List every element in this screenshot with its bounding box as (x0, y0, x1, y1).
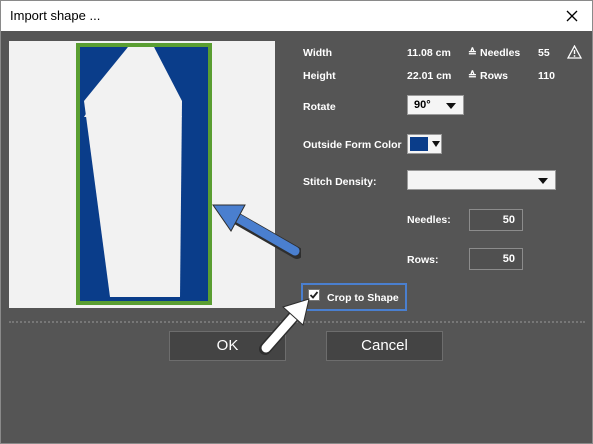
close-icon (566, 10, 578, 22)
import-shape-dialog: Import shape ... Width 11.08 cm ≙ Needle… (0, 0, 593, 444)
needles-value: 55 (538, 47, 550, 59)
rotate-value: 90° (414, 99, 431, 111)
chevron-down-icon (432, 141, 440, 147)
needles-input[interactable]: 50 (469, 209, 523, 231)
needles-equals-symbol: ≙ (468, 47, 477, 59)
rows-info-label: Rows (480, 70, 509, 82)
dialog-title: Import shape ... (10, 8, 101, 23)
color-swatch (410, 137, 428, 151)
stitch-density-dropdown[interactable] (407, 170, 556, 190)
crop-label: Crop to Shape (327, 292, 399, 304)
needles-label: Needles (480, 47, 521, 59)
height-label: Height (303, 70, 336, 82)
chevron-down-icon (538, 178, 548, 184)
rows-input[interactable]: 50 (469, 248, 523, 270)
outside-color-picker[interactable] (407, 134, 442, 154)
outside-color-label: Outside Form Color (303, 139, 402, 151)
rotate-label: Rotate (303, 101, 336, 113)
chevron-down-icon (446, 103, 456, 109)
cursor-arrow-icon (259, 298, 310, 355)
shape-preview-image (76, 43, 212, 305)
title-bar: Import shape ... (1, 1, 592, 31)
width-value: 11.08 cm (407, 47, 451, 59)
width-label: Width (303, 47, 333, 59)
height-value: 22.01 cm (407, 70, 452, 82)
close-button[interactable] (552, 1, 592, 31)
cancel-button[interactable]: Cancel (326, 331, 443, 361)
rows-info-value: 110 (538, 70, 555, 82)
rows-equals-symbol: ≙ (468, 70, 477, 82)
arrow-pointing-preview (212, 204, 301, 259)
needles-input-label: Needles: (407, 214, 451, 226)
stitch-density-label: Stitch Density: (303, 176, 377, 188)
rows-input-label: Rows: (407, 254, 439, 266)
rotate-dropdown[interactable]: 90° (407, 95, 464, 115)
warning-icon (567, 45, 582, 59)
